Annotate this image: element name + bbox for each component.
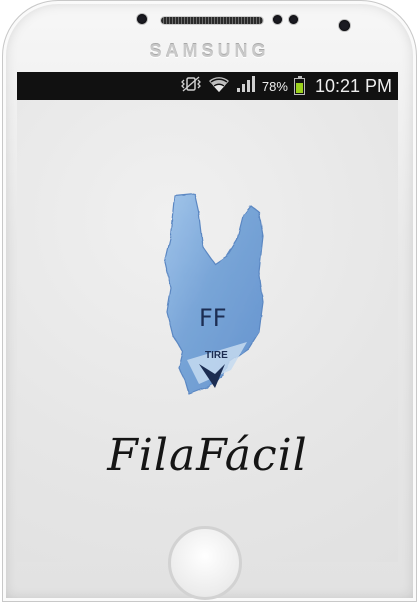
logo-text: FF [199, 304, 227, 332]
front-sensor-right-b [289, 15, 298, 24]
signal-icon [236, 75, 256, 97]
ticket-text: TIRE [205, 350, 228, 361]
front-sensor-right-a [273, 15, 282, 24]
battery-icon [293, 75, 305, 95]
status-bar: 78% 10:21 PM [17, 72, 398, 100]
battery-percent: 78% [261, 78, 288, 94]
brand-logo: SAMSUNG [149, 41, 270, 61]
wifi-icon [208, 75, 230, 97]
battery-level [295, 82, 303, 93]
status-icons: 78% 10:21 PM [180, 72, 392, 100]
earpiece-speaker [161, 17, 263, 24]
front-sensor-left [137, 14, 147, 24]
vibrate-icon [180, 76, 202, 96]
front-camera [339, 20, 350, 31]
home-button[interactable] [168, 526, 242, 600]
phone-screen: 78% 10:21 PM FF TIRE FilaFácil [17, 72, 398, 562]
clock: 10:21 PM [314, 75, 392, 96]
phone-top-sensors [3, 13, 416, 31]
fila-facil-logo: FF TIRE [164, 193, 264, 395]
app-name: FilaFácil [107, 430, 308, 481]
